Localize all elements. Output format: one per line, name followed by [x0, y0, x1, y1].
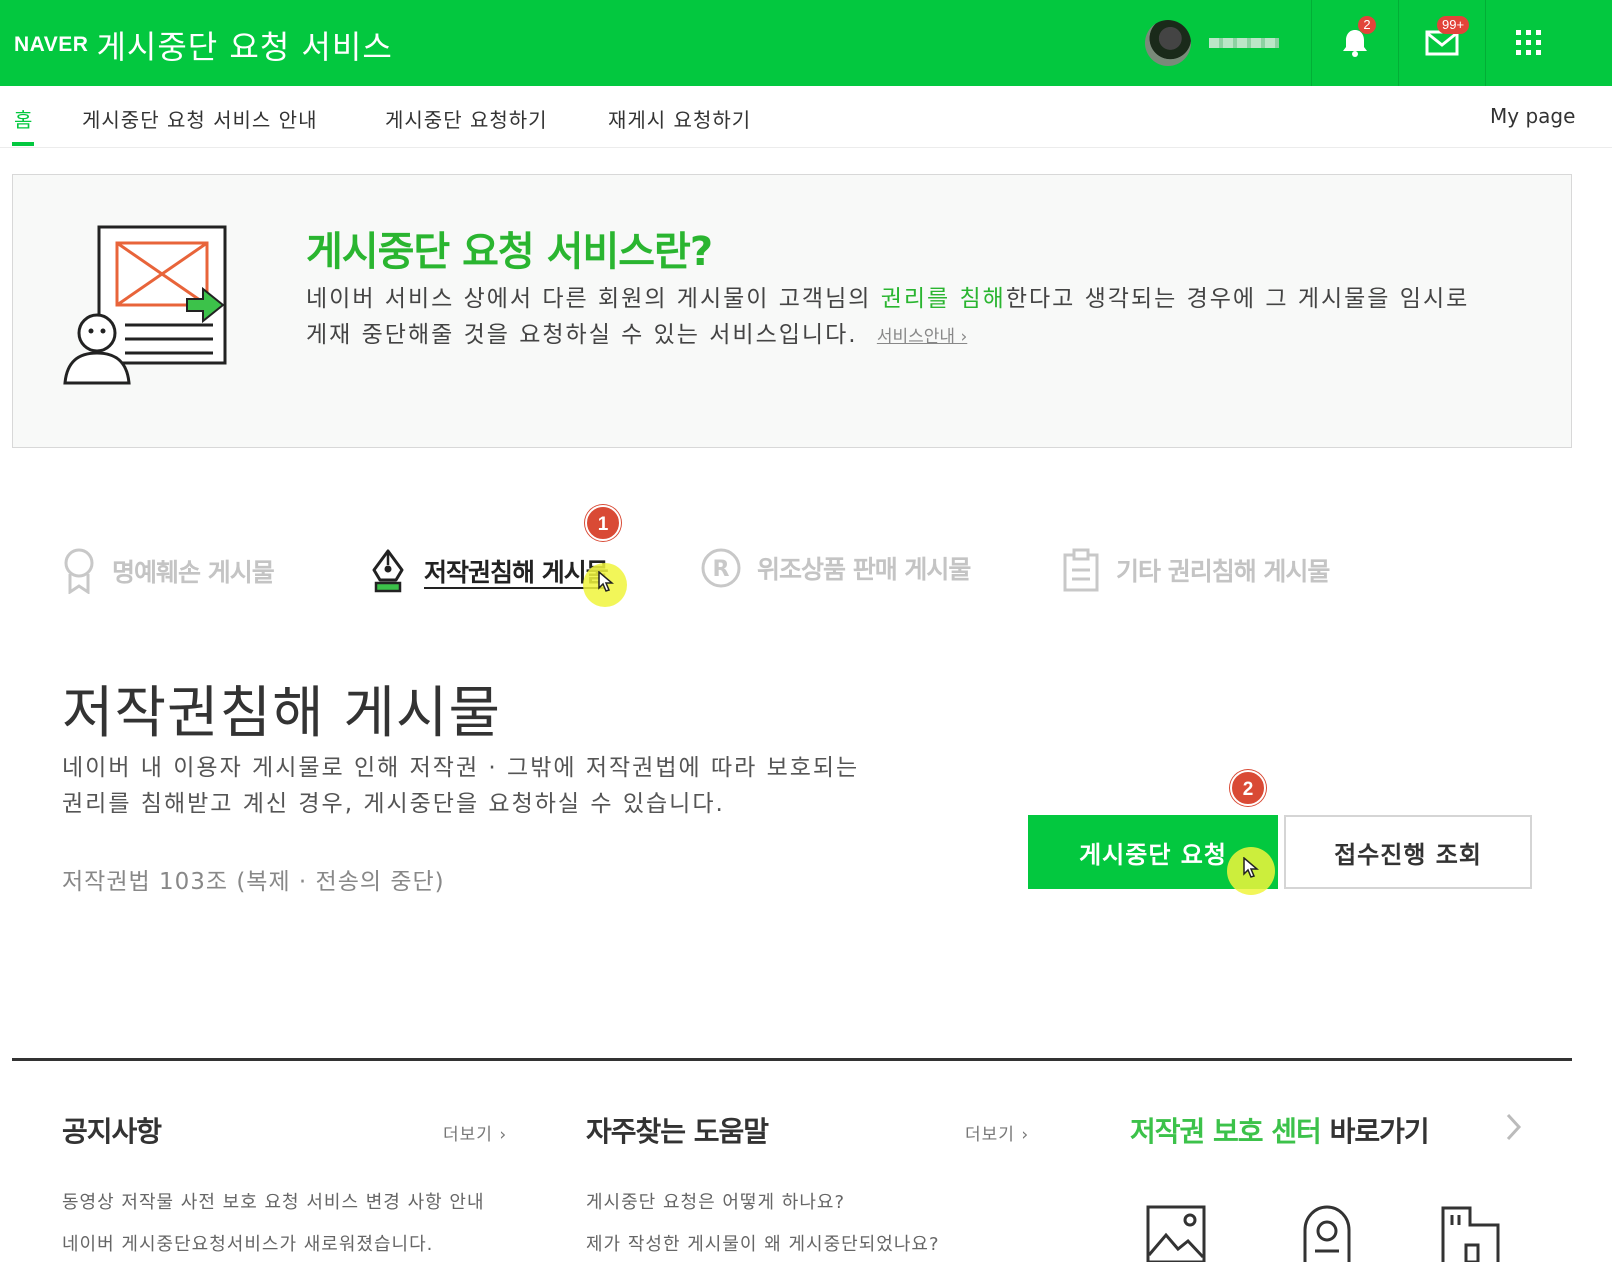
naver-logo[interactable]: NAVER	[14, 33, 88, 57]
service-guide-link[interactable]: 서비스안내 ›	[877, 327, 967, 347]
registered-icon: R	[701, 548, 741, 588]
mail-count-badge: 99+	[1437, 16, 1470, 34]
intro-desc-part1: 네이버 서비스 상에서 다른 회원의 게시물이 고객님의	[306, 286, 881, 312]
report-illustration-icon	[63, 225, 227, 385]
section-description: 네이버 내 이용자 게시물로 인해 저작권 · 그밖에 저작권법에 따라 보호되…	[62, 750, 942, 822]
category-other-rights[interactable]: 기타 권리침해 게시물	[1062, 548, 1330, 592]
faq-item[interactable]: 제가 작성한 게시물이 왜 게시중단되었나요?	[586, 1230, 940, 1256]
notice-title: 공지사항	[62, 1115, 162, 1148]
brand[interactable]: NAVER 게시중단 요청 서비스	[14, 22, 393, 68]
notice-more-link[interactable]: 더보기 ›	[443, 1120, 507, 1145]
apps-grid-icon	[1516, 30, 1541, 55]
protection-title-green: 저작권 보호 센터	[1130, 1115, 1322, 1148]
notice-item[interactable]: 동영상 저작물 사전 보호 요청 서비스 변경 사항 안내	[62, 1188, 485, 1214]
category-counterfeit[interactable]: R 위조상품 판매 게시물	[701, 548, 971, 588]
mail-button[interactable]: 99+	[1399, 0, 1485, 86]
top-bar: NAVER 게시중단 요청 서비스 2 99+	[0, 0, 1612, 86]
apps-button[interactable]	[1486, 0, 1572, 86]
intro-description: 네이버 서비스 상에서 다른 회원의 게시물이 고객님의 권리를 침해한다고 생…	[306, 281, 1536, 355]
takedown-request-label: 게시중단 요청	[1079, 840, 1227, 869]
section-desc-line1: 네이버 내 이용자 게시물로 인해 저작권 · 그밖에 저작권법에 따라 보호되…	[62, 755, 860, 781]
category-label: 명예훼손 게시물	[112, 558, 275, 587]
nav-request-takedown[interactable]: 게시중단 요청하기	[385, 104, 548, 133]
status-inquiry-button[interactable]: 접수진행 조회	[1284, 815, 1532, 889]
service-title[interactable]: 게시중단 요청 서비스	[96, 22, 392, 68]
section-desc-line2: 권리를 침해받고 계신 경우, 게시중단을 요청하실 수 있습니다.	[62, 791, 725, 817]
notification-button[interactable]: 2	[1312, 0, 1398, 86]
step-1-badge: 1	[585, 505, 621, 541]
avatar[interactable]	[1145, 20, 1191, 66]
category-defamation[interactable]: 명예훼손 게시물	[62, 548, 275, 594]
faq-title: 자주찾는 도움말	[586, 1115, 769, 1148]
notice-item[interactable]: 네이버 게시중단요청서비스가 새로워졌습니다.	[62, 1230, 433, 1256]
faq-more-link[interactable]: 더보기 ›	[965, 1120, 1029, 1145]
user-name-blurred	[1209, 38, 1279, 48]
disc-player-icon[interactable]	[1302, 1205, 1352, 1262]
chevron-right-icon[interactable]	[1505, 1112, 1523, 1142]
nav-home[interactable]: 홈	[14, 104, 33, 133]
main-nav: 홈 게시중단 요청 서비스 안내 게시중단 요청하기 재게시 요청하기 My p…	[0, 86, 1612, 148]
category-label: 위조상품 판매 게시물	[757, 555, 971, 584]
intro-desc-line2: 게재 중단해줄 것을 요청하실 수 있는 서비스입니다.	[306, 322, 858, 348]
service-intro-box: 게시중단 요청 서비스란? 네이버 서비스 상에서 다른 회원의 게시물이 고객…	[12, 174, 1572, 448]
nav-request-repost[interactable]: 재게시 요청하기	[608, 104, 751, 133]
clipboard-icon	[1063, 548, 1099, 592]
intro-title: 게시중단 요청 서비스란?	[306, 229, 713, 275]
status-inquiry-label: 접수진행 조회	[1334, 840, 1482, 869]
svg-text:R: R	[713, 557, 730, 582]
footer-divider	[12, 1058, 1572, 1061]
mouse-pointer-icon	[1243, 857, 1259, 878]
faq-item[interactable]: 게시중단 요청은 어떻게 하나요?	[586, 1188, 845, 1214]
pen-nib-icon	[372, 549, 404, 593]
user-profile[interactable]	[1145, 20, 1279, 66]
intro-desc-part2: 한다고 생각되는 경우에 그 게시물을 임시로	[1005, 286, 1470, 312]
nav-mypage[interactable]: My page	[1490, 104, 1575, 128]
notification-count-badge: 2	[1358, 16, 1376, 34]
nav-service-guide[interactable]: 게시중단 요청 서비스 안내	[82, 104, 317, 133]
copyright-protection-center-link[interactable]: 저작권 보호 센터 바로가기	[1130, 1110, 1430, 1150]
intro-desc-highlight: 권리를 침해	[880, 286, 1006, 312]
law-reference: 저작권법 103조 (복제 · 전송의 중단)	[62, 869, 445, 895]
step-2-badge: 2	[1230, 770, 1266, 806]
ribbon-icon	[64, 548, 94, 594]
category-label: 기타 권리침해 게시물	[1116, 557, 1330, 586]
building-icon[interactable]	[1440, 1205, 1502, 1262]
category-label: 저작권침해 게시물	[424, 558, 609, 587]
image-icon[interactable]	[1146, 1205, 1206, 1262]
mouse-pointer-icon	[598, 571, 614, 592]
protection-title-rest: 바로가기	[1320, 1115, 1430, 1148]
nav-active-indicator	[12, 142, 34, 146]
section-title: 저작권침해 게시물	[62, 681, 501, 746]
category-copyright[interactable]: 저작권침해 게시물	[368, 548, 609, 594]
